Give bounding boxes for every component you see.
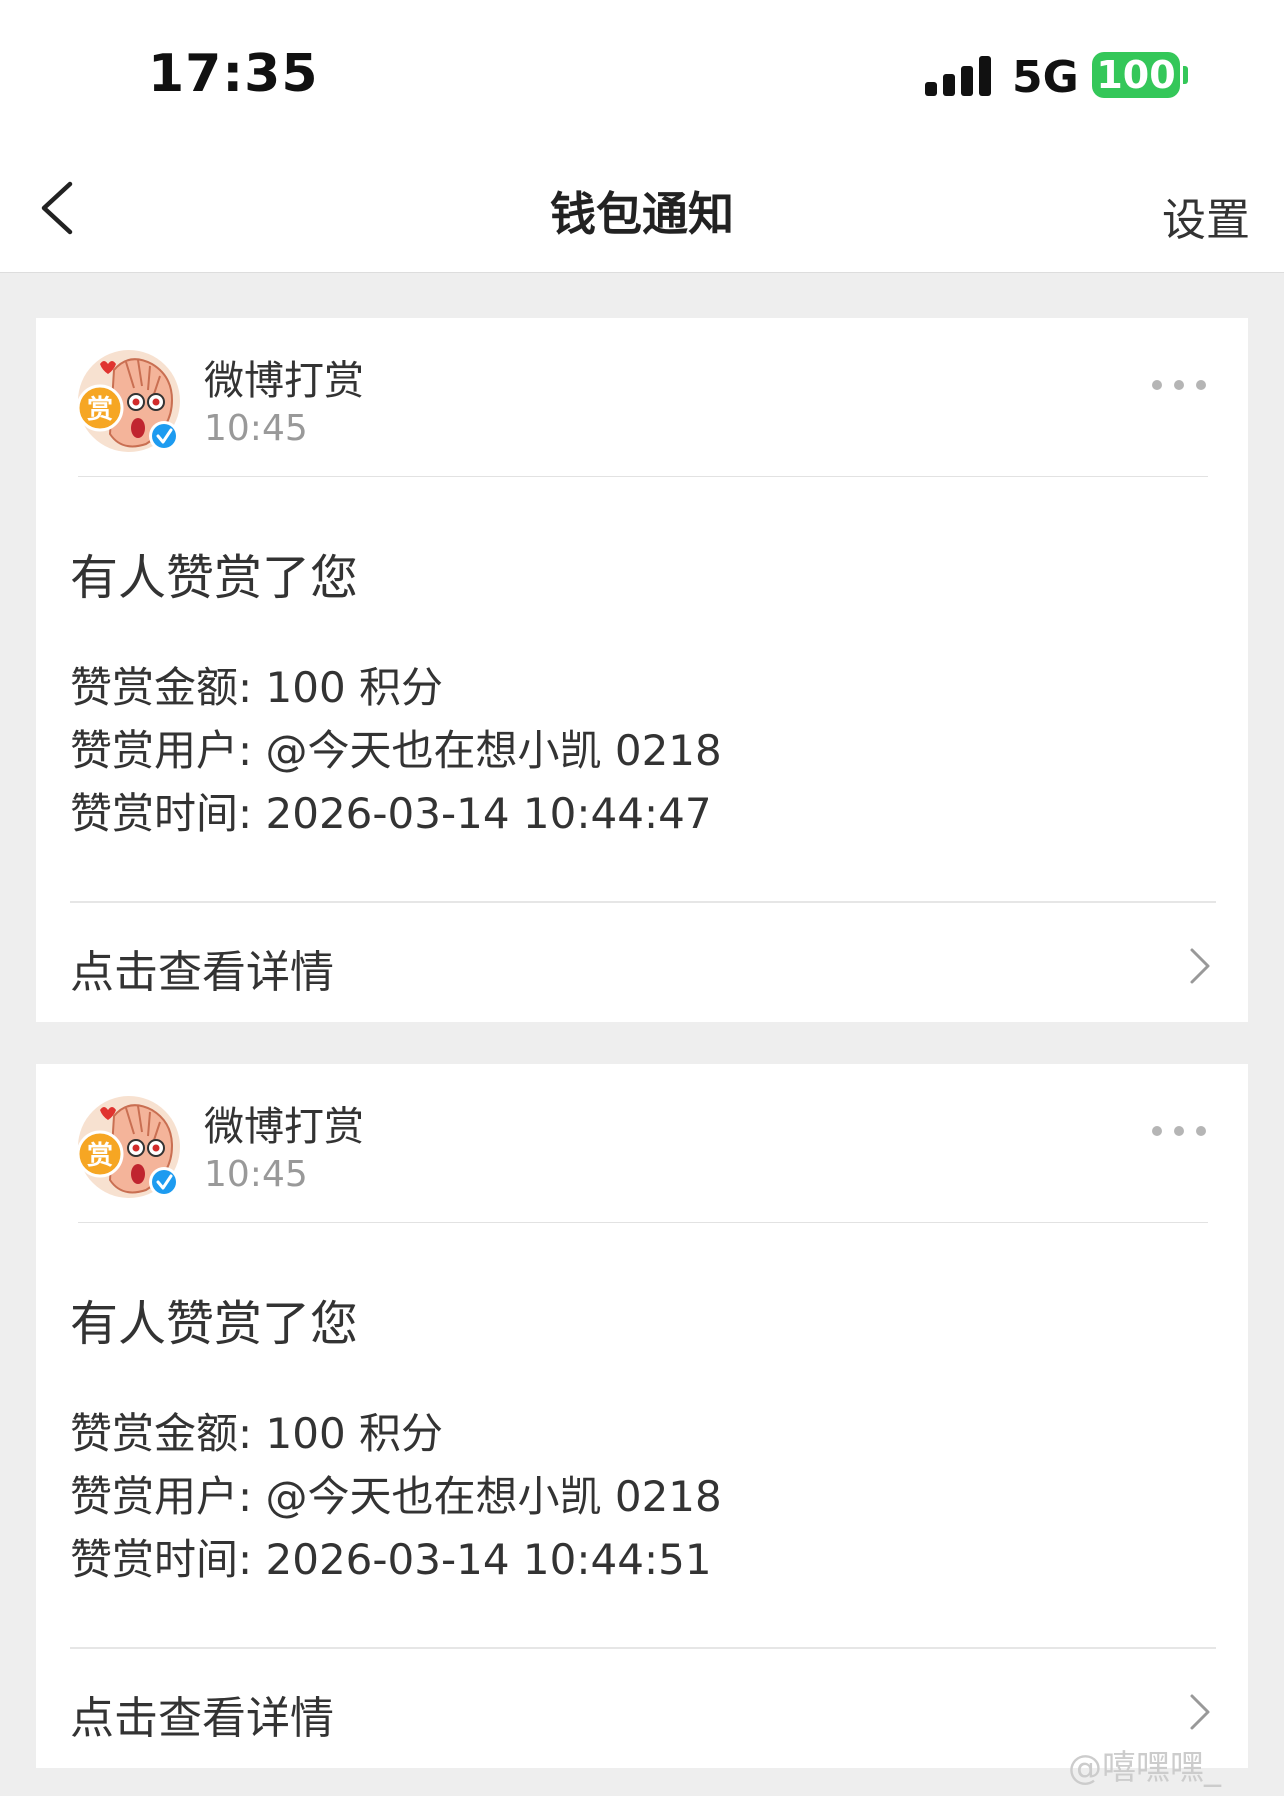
reward-info: 赞赏金额: 100 积分 赞赏用户: @今天也在想小凯 0218 赞赏时间: 2… — [70, 1402, 722, 1591]
message-time: 10:45 — [204, 408, 308, 449]
more-icon[interactable] — [1152, 380, 1208, 394]
divider — [70, 901, 1216, 903]
battery-icon: 100 — [1092, 52, 1180, 98]
chevron-right-icon[interactable] — [1188, 946, 1212, 986]
view-details-link[interactable]: 点击查看详情 — [70, 1682, 334, 1746]
avatar-badge-text: 赏 — [87, 1141, 113, 1171]
notification-headline: 有人赞赏了您 — [70, 1296, 359, 1352]
notification-headline: 有人赞赏了您 — [70, 550, 359, 606]
reward-amount: 赞赏金额: 100 积分 — [70, 1409, 444, 1458]
avatar[interactable]: 赏 — [76, 348, 182, 454]
view-details-link[interactable]: 点击查看详情 — [70, 936, 334, 1000]
chevron-right-icon[interactable] — [1188, 1692, 1212, 1732]
status-time: 17:35 — [148, 44, 319, 104]
divider — [78, 476, 1208, 477]
avatar-badge-text: 赏 — [87, 395, 113, 425]
battery-cap — [1183, 66, 1188, 84]
notification-card: 赏 微博打赏 10:45 有人赞赏了您 赞赏金额: 100 积分 赞赏用户: @… — [36, 318, 1248, 1022]
reward-user[interactable]: 赞赏用户: @今天也在想小凯 0218 — [70, 1465, 722, 1528]
network-type: 5G — [1012, 52, 1079, 103]
nav-bar: 钱包通知 设置 — [0, 140, 1284, 273]
reward-info: 赞赏金额: 100 积分 赞赏用户: @今天也在想小凯 0218 赞赏时间: 2… — [70, 656, 722, 845]
avatar[interactable]: 赏 — [76, 1094, 182, 1200]
reward-time: 赞赏时间: 2026-03-14 10:44:47 — [70, 789, 712, 838]
message-time: 10:45 — [204, 1154, 308, 1195]
reward-user[interactable]: 赞赏用户: @今天也在想小凯 0218 — [70, 719, 722, 782]
page-title: 钱包通知 — [550, 187, 734, 241]
sender-name[interactable]: 微博打赏 — [204, 348, 364, 406]
reward-amount: 赞赏金额: 100 积分 — [70, 663, 444, 712]
divider — [78, 1222, 1208, 1223]
signal-icon — [925, 56, 991, 96]
watermark: @嘻嘿嘿_ — [1068, 1748, 1221, 1788]
reward-time: 赞赏时间: 2026-03-14 10:44:51 — [70, 1535, 712, 1584]
divider — [70, 1647, 1216, 1649]
status-bar: 17:35 5G 100 — [0, 0, 1284, 140]
settings-button[interactable]: 设置 — [1162, 184, 1250, 248]
more-icon[interactable] — [1152, 1126, 1208, 1140]
sender-name[interactable]: 微博打赏 — [204, 1094, 364, 1152]
notification-card: 赏 微博打赏 10:45 有人赞赏了您 赞赏金额: 100 积分 赞赏用户: @… — [36, 1064, 1248, 1768]
